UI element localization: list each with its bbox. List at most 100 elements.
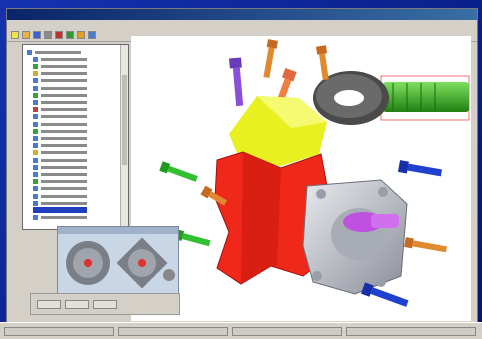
tree-item[interactable] bbox=[33, 164, 87, 170]
bolt-top-left bbox=[263, 39, 278, 78]
tree-item-label bbox=[41, 136, 87, 140]
zoom-icon[interactable] bbox=[88, 31, 96, 39]
feature-icon bbox=[33, 71, 38, 77]
feature-icon bbox=[33, 78, 38, 84]
tree-item-label bbox=[41, 165, 87, 169]
tree-item-label bbox=[35, 50, 81, 54]
tree-scrollbar[interactable] bbox=[120, 45, 128, 229]
feature-icon bbox=[33, 186, 38, 192]
feature-icon bbox=[33, 207, 38, 213]
tree-item-label bbox=[41, 108, 87, 112]
bolt-blue-lower bbox=[360, 282, 409, 307]
feature-icon bbox=[33, 200, 38, 206]
tree-item-label bbox=[41, 115, 87, 119]
status-segment-main bbox=[4, 327, 114, 336]
tree-item-label bbox=[41, 187, 87, 191]
feature-icon bbox=[33, 135, 38, 141]
tree-item[interactable] bbox=[33, 107, 87, 113]
tree-item[interactable] bbox=[33, 121, 87, 127]
feature-tree-panel[interactable] bbox=[22, 44, 129, 230]
tree-item[interactable] bbox=[33, 99, 87, 105]
preview-view-round bbox=[66, 241, 110, 285]
tree-item[interactable] bbox=[33, 186, 87, 192]
save-icon[interactable] bbox=[33, 31, 41, 39]
tree-item-label bbox=[41, 180, 87, 184]
bolt-green-upper bbox=[159, 161, 198, 182]
feature-icon bbox=[33, 92, 38, 98]
tree-item[interactable] bbox=[33, 179, 87, 185]
tree-item-label bbox=[41, 216, 87, 220]
status-segment-4 bbox=[346, 327, 476, 336]
tree-item-label bbox=[41, 172, 87, 176]
feature-icon bbox=[33, 121, 38, 127]
status-segment-2 bbox=[118, 327, 228, 336]
tree-item[interactable] bbox=[33, 150, 87, 156]
tree-item[interactable] bbox=[27, 49, 81, 55]
tree-item-label bbox=[41, 57, 87, 61]
tree-item[interactable] bbox=[33, 114, 87, 120]
preview-thumbnails bbox=[66, 237, 175, 289]
tree-item[interactable] bbox=[33, 171, 87, 177]
new-icon[interactable] bbox=[11, 31, 19, 39]
tree-scrollbar-thumb[interactable] bbox=[122, 75, 127, 165]
bolt-purple bbox=[229, 57, 244, 107]
preview-controls bbox=[30, 293, 180, 315]
gray-flange bbox=[302, 179, 408, 295]
bolt-top-right bbox=[316, 45, 329, 81]
feature-icon bbox=[33, 157, 38, 163]
tree-item-label bbox=[41, 122, 87, 126]
feature-icon bbox=[33, 215, 38, 221]
preview-cancel-button[interactable] bbox=[65, 300, 89, 309]
feature-icon bbox=[33, 56, 38, 62]
tree-item[interactable] bbox=[33, 143, 87, 149]
tree-item[interactable] bbox=[33, 56, 87, 62]
rebuild-icon[interactable] bbox=[77, 31, 85, 39]
preview-ok-button[interactable] bbox=[37, 300, 61, 309]
graphics-viewport[interactable] bbox=[131, 36, 471, 321]
preview-apply-button[interactable] bbox=[93, 300, 117, 309]
tree-item-label bbox=[41, 144, 87, 148]
tree-item-label bbox=[41, 79, 87, 83]
green-rod bbox=[383, 82, 469, 112]
undo-icon[interactable] bbox=[55, 31, 63, 39]
tree-item[interactable] bbox=[33, 78, 87, 84]
tree-item-label bbox=[41, 64, 87, 68]
tree-item-label bbox=[41, 72, 87, 76]
bolt-blue-upper bbox=[397, 160, 443, 177]
tree-item[interactable] bbox=[33, 128, 87, 134]
feature-icon bbox=[33, 193, 38, 199]
tree-item-label bbox=[41, 194, 87, 198]
redo-icon[interactable] bbox=[66, 31, 74, 39]
tree-item[interactable] bbox=[33, 157, 87, 163]
preview-panel bbox=[57, 226, 179, 294]
tree-item[interactable] bbox=[33, 135, 87, 141]
tree-item-label bbox=[41, 93, 87, 97]
tree-item-label bbox=[41, 86, 87, 90]
assembly-model bbox=[159, 39, 470, 307]
feature-icon bbox=[33, 63, 38, 69]
tree-item[interactable] bbox=[33, 207, 87, 214]
tree-item[interactable] bbox=[33, 92, 87, 98]
feature-icon bbox=[33, 99, 38, 105]
tree-item[interactable] bbox=[33, 200, 87, 206]
title-bar[interactable] bbox=[7, 9, 477, 20]
tree-item-label bbox=[41, 158, 87, 162]
preview-view-square bbox=[116, 237, 168, 289]
tree-item[interactable] bbox=[33, 215, 87, 221]
feature-icon bbox=[33, 143, 38, 149]
feature-icon bbox=[33, 107, 38, 113]
tree-item[interactable] bbox=[33, 63, 87, 69]
feature-icon bbox=[33, 128, 38, 134]
feature-icon bbox=[33, 171, 38, 177]
tree-item-label bbox=[41, 201, 87, 205]
tree-item[interactable] bbox=[33, 85, 87, 91]
tree-item[interactable] bbox=[33, 71, 87, 77]
feature-icon bbox=[33, 85, 38, 91]
tree-item[interactable] bbox=[33, 193, 87, 199]
tree-item-label bbox=[41, 100, 87, 104]
bolt-right-middle bbox=[404, 237, 447, 253]
print-icon[interactable] bbox=[44, 31, 52, 39]
status-bar bbox=[0, 322, 482, 339]
menu-bar: FileEditViewInsertToolsWindowHelp bbox=[7, 20, 477, 37]
open-icon[interactable] bbox=[22, 31, 30, 39]
